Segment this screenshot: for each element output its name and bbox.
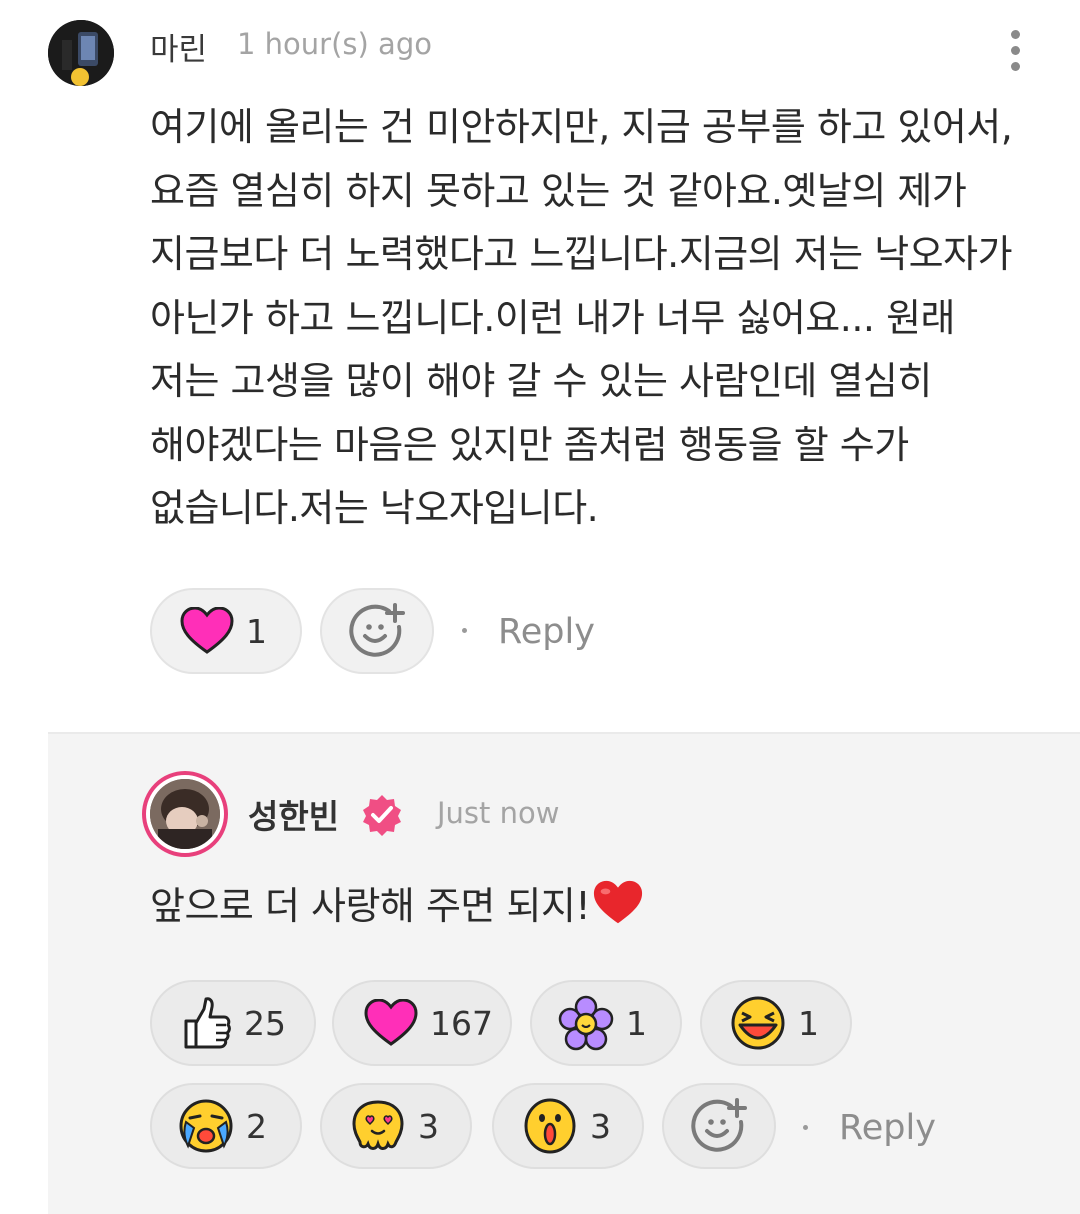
heart-icon xyxy=(364,999,418,1046)
reaction-count: 2 xyxy=(246,1106,267,1146)
reaction-flower-button[interactable]: 1 xyxy=(530,980,682,1066)
surprised-face-icon xyxy=(524,1098,576,1154)
laughing-face-icon xyxy=(731,996,785,1050)
reaction-heart-button[interactable]: 167 xyxy=(332,980,512,1066)
comment-card: 마린 1 hour(s) ago 여기에 올리는 건 미안하지만, 지금 공부를… xyxy=(0,0,1080,732)
reaction-crying-button[interactable]: 2 xyxy=(150,1083,302,1169)
reaction-count: 3 xyxy=(418,1106,439,1146)
reaction-heart-button[interactable]: 1 xyxy=(150,588,302,674)
heart-icon xyxy=(180,607,234,654)
add-reaction-button[interactable] xyxy=(320,588,434,674)
reply-body: 앞으로 더 사랑해 주면 되지! xyxy=(150,875,644,930)
crying-face-icon xyxy=(179,1099,233,1153)
reaction-count: 1 xyxy=(246,611,267,651)
comment-body: 여기에 올리는 건 미안하지만, 지금 공부를 하고 있어서, 요즘 열심히 하… xyxy=(150,105,1013,530)
reply-text: 앞으로 더 사랑해 주면 되지! xyxy=(150,884,591,928)
reaction-count: 167 xyxy=(430,1003,493,1043)
flower-icon xyxy=(558,995,614,1051)
avatar[interactable] xyxy=(48,20,114,86)
add-reaction-button[interactable] xyxy=(662,1083,776,1169)
thumbs-up-icon xyxy=(184,997,231,1049)
reply-button[interactable]: Reply xyxy=(839,1108,936,1148)
reaction-count: 25 xyxy=(244,1003,286,1043)
verified-badge-icon xyxy=(360,793,404,837)
reaction-heart-eyes-button[interactable]: 3 xyxy=(320,1083,472,1169)
reaction-surprised-button[interactable]: 3 xyxy=(492,1083,644,1169)
reaction-count: 3 xyxy=(590,1106,611,1146)
reaction-laughing-button[interactable]: 1 xyxy=(700,980,852,1066)
reaction-count: 1 xyxy=(798,1003,819,1043)
comment-author[interactable]: 마린 xyxy=(150,24,207,69)
reply-timestamp: Just now xyxy=(437,796,560,830)
reply-button[interactable]: Reply xyxy=(498,612,595,652)
separator-dot xyxy=(803,1125,808,1130)
add-emoji-icon xyxy=(691,1098,747,1152)
avatar[interactable] xyxy=(142,771,228,857)
reaction-count: 1 xyxy=(626,1003,647,1043)
comment-timestamp: 1 hour(s) ago xyxy=(237,27,432,61)
heart-eyes-face-icon xyxy=(352,1100,404,1150)
add-emoji-icon xyxy=(349,603,405,657)
more-options-button[interactable] xyxy=(1000,26,1032,76)
red-heart-icon xyxy=(594,880,643,923)
separator-dot xyxy=(462,628,467,633)
reaction-thumbs-up-button[interactable]: 25 xyxy=(150,980,316,1066)
reply-author[interactable]: 성한빈 xyxy=(248,790,339,838)
